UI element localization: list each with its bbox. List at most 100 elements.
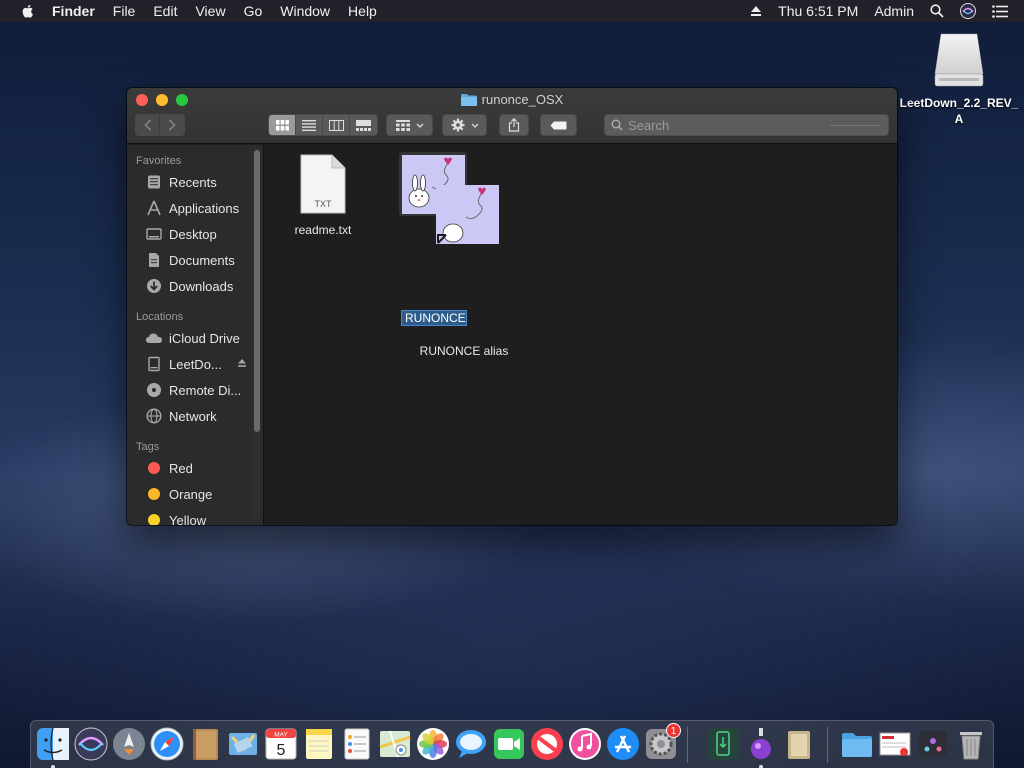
dock-trash[interactable] [953,725,989,763]
dock-notebook[interactable] [187,725,223,763]
sidebar-item-tag-yellow[interactable]: Yellow [127,507,263,525]
potion-icon [751,728,771,759]
dock-calendar[interactable]: MAY 5 [263,725,299,763]
icon-view-button[interactable] [269,115,296,135]
spotlight-search-icon[interactable] [930,4,944,18]
sidebar-item-network[interactable]: Network [127,403,263,429]
sidebar-item-desktop[interactable]: Desktop [127,221,263,247]
dock-safari[interactable] [149,725,185,763]
list-view-button[interactable] [296,115,323,135]
dock-downloader[interactable] [705,725,741,763]
dock-siri[interactable] [73,725,109,763]
globe-icon [145,407,163,425]
tags-button[interactable] [540,114,577,136]
safari-icon [150,727,184,761]
file-item-readme[interactable]: TXT readme.txt [288,154,358,237]
sidebar-item-label: Desktop [169,226,217,242]
icon-grid-icon [275,119,289,130]
menu-edit[interactable]: Edit [153,3,177,19]
menu-view[interactable]: View [195,3,225,19]
rename-field[interactable]: RUNONCE [401,310,467,326]
mail-icon [229,733,257,755]
menu-help[interactable]: Help [348,3,377,19]
sidebar-item-remote-disc[interactable]: Remote Di... [127,377,263,403]
dock-photos[interactable] [415,725,451,763]
dock-app-store[interactable] [605,725,641,763]
search-field[interactable] [604,114,889,136]
apple-menu-icon[interactable] [20,3,36,19]
sidebar-item-applications[interactable]: Applications [127,195,263,221]
desktop-drive-label: LeetDown_2.2_REV_A [899,96,1019,126]
sidebar-scrollbar[interactable] [254,150,260,432]
action-button[interactable] [442,114,487,136]
facetime-icon [494,729,524,759]
chevron-left-icon [143,119,151,131]
folder-icon [460,94,477,106]
sidebar-item-leetdown-drive[interactable]: LeetDo... [127,351,263,377]
sidebar-item-tag-orange[interactable]: Orange [127,481,263,507]
sidebar-item-documents[interactable]: Documents [127,247,263,273]
share-icon [508,118,520,132]
menu-file[interactable]: File [113,3,136,19]
dock-itunes[interactable] [567,725,603,763]
dock-notes[interactable] [301,725,337,763]
dock-system-preferences[interactable]: 1 [643,723,681,763]
menu-finder[interactable]: Finder [52,3,95,19]
dock-maps[interactable] [377,725,413,763]
notebook-icon [193,729,218,760]
eject-status-icon[interactable] [750,5,762,17]
menu-go[interactable]: Go [244,3,263,19]
dock-folder[interactable] [839,725,875,763]
dock-facetime[interactable] [491,725,527,763]
dock-keychain[interactable] [781,725,817,763]
dock-potion[interactable] [743,725,779,768]
sidebar-item-tag-red[interactable]: Red [127,455,263,481]
notification-badge: 1 [666,723,681,738]
dock-finder[interactable] [35,725,71,768]
sidebar-item-icloud-drive[interactable]: iCloud Drive [127,325,263,351]
menu-window[interactable]: Window [280,3,330,19]
tag-icon [550,121,567,129]
search-divider [830,125,880,126]
app-store-icon [607,728,639,760]
dock-mail[interactable] [225,725,261,763]
gallery-view-button[interactable] [350,115,377,135]
menu-user[interactable]: Admin [874,3,914,19]
sidebar-item-downloads[interactable]: Downloads [127,273,263,299]
notes-icon [306,729,332,759]
dock-launchpad[interactable] [111,725,147,763]
share-button[interactable] [499,114,529,136]
finder-window: runonce_OSX Search Favorites Recents App… [127,88,897,525]
eject-icon[interactable] [237,358,247,368]
maps-icon [379,730,411,758]
sidebar-item-label: LeetDo... [169,356,222,372]
group-by-button[interactable] [386,114,433,136]
desktop-drive[interactable]: LeetDown_2.2_REV_A [898,30,1020,127]
sidebar-item-label: Yellow [169,512,207,526]
dock-reminders[interactable] [339,725,375,763]
sidebar-item-recents[interactable]: Recents [127,169,263,195]
text-document-icon: TXT [300,154,346,214]
sidebar-item-label: Recents [169,174,217,190]
forward-button[interactable] [160,115,184,135]
search-input[interactable] [628,117,828,133]
keychain-icon [788,731,810,759]
dock-utility[interactable] [915,725,951,763]
dock-news[interactable] [529,725,565,763]
notification-center-icon[interactable] [992,4,1008,18]
dock-preview[interactable] [877,725,913,763]
siri-icon[interactable] [960,3,976,19]
sidebar-section-tags: Tags [136,441,160,453]
back-button[interactable] [136,115,160,135]
sidebar-item-label: Downloads [169,278,234,294]
chevron-down-icon [471,123,478,128]
column-view-button[interactable] [323,115,350,135]
cloud-icon [145,329,163,347]
dock-messages[interactable] [453,725,489,763]
file-name-runonce-alias: RUNONCE alias [419,344,509,358]
window-title: runonce_OSX [127,92,897,107]
file-item-runonce-alias[interactable] [436,185,499,249]
external-drive-icon [934,33,984,87]
menu-clock[interactable]: Thu 6:51 PM [778,3,858,19]
orange-tag-dot [148,488,160,500]
